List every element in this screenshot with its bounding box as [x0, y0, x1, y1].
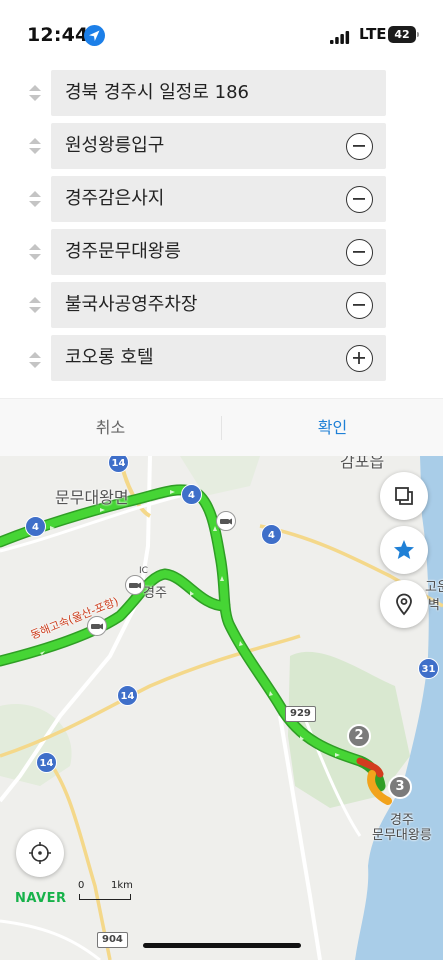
- drag-handle-icon[interactable]: [28, 296, 42, 314]
- remove-waypoint-button[interactable]: [346, 186, 373, 213]
- drag-handle-icon[interactable]: [28, 84, 42, 102]
- drag-handle-icon[interactable]: [28, 351, 42, 369]
- road-number: 929: [285, 706, 316, 722]
- cctv-icon: [87, 616, 107, 640]
- waypoint-row: 경주감은사지: [0, 176, 443, 222]
- road-shield: 14: [36, 752, 57, 773]
- waypoint-label: 원성왕릉입구: [65, 135, 165, 156]
- current-location-button[interactable]: [16, 829, 64, 877]
- road-shield: 4: [181, 484, 202, 505]
- battery-icon: 42: [388, 26, 419, 43]
- map-label: 벽: [428, 598, 440, 613]
- remove-waypoint-button[interactable]: [346, 239, 373, 266]
- scale-distance: 1km: [111, 880, 133, 891]
- map-label: 고운: [425, 580, 443, 595]
- signal-icon: [330, 29, 350, 48]
- map-label: 경주: [143, 586, 167, 601]
- drag-handle-icon[interactable]: [28, 137, 42, 155]
- layers-button[interactable]: [380, 472, 428, 520]
- waypoint-label: 경북 경주시 일정로 186: [65, 82, 250, 103]
- favorites-button[interactable]: [380, 526, 428, 574]
- status-bar: 12:44 LTE 42: [0, 0, 443, 64]
- road-shield: 4: [261, 524, 282, 545]
- scale-zero: 0: [78, 880, 85, 891]
- waypoint-label: 불국사공영주차장: [65, 294, 198, 315]
- map-label: 문무대왕면: [55, 488, 129, 507]
- drag-handle-icon[interactable]: [28, 190, 42, 208]
- confirm-button[interactable]: 확인: [222, 399, 443, 457]
- waypoint-field[interactable]: 코오롱 호텔: [51, 335, 386, 381]
- add-waypoint-button[interactable]: [346, 345, 373, 372]
- waypoint-label: 코오롱 호텔: [65, 347, 154, 368]
- home-indicator[interactable]: [143, 943, 301, 948]
- map-label: 감포읍: [340, 456, 385, 471]
- road-shield: 31: [418, 658, 439, 679]
- cctv-icon: [216, 511, 236, 535]
- scale-bar: 0 1km: [76, 880, 134, 902]
- waypoint-row: 원성왕릉입구: [0, 123, 443, 169]
- waypoint-label: 경주감은사지: [65, 188, 165, 209]
- cctv-icon: [125, 575, 145, 599]
- road-shield: 4: [25, 516, 46, 537]
- naver-logo: NAVER: [15, 891, 67, 906]
- cancel-button[interactable]: 취소: [0, 399, 221, 457]
- network-type: LTE: [359, 25, 387, 43]
- place-marker-button[interactable]: [380, 580, 428, 628]
- waypoint-label: 경주문무대왕릉: [65, 241, 181, 262]
- drag-handle-icon[interactable]: [28, 243, 42, 261]
- remove-waypoint-button[interactable]: [346, 292, 373, 319]
- waypoint-row-destination: 코오롱 호텔: [0, 335, 443, 381]
- status-time: 12:44: [27, 24, 89, 46]
- map-view[interactable]: 문무대왕면 감포읍 IC 경주 동해고속(울산-포항) 경주 문무대왕릉 고운 …: [0, 456, 443, 960]
- waypoint-field[interactable]: 원성왕릉입구: [51, 123, 386, 169]
- waypoint-field[interactable]: 불국사공영주차장: [51, 282, 386, 328]
- route-editor: 경북 경주시 일정로 186 원성왕릉입구 경주감은사지 경주문무대왕릉 불국사…: [0, 64, 443, 394]
- waypoint-row-start: 경북 경주시 일정로 186: [0, 70, 443, 116]
- action-bar: 취소 확인: [0, 398, 443, 456]
- road-number: 904: [97, 932, 128, 948]
- waypoint-row: 경주문무대왕릉: [0, 229, 443, 275]
- waypoint-row: 불국사공영주차장: [0, 282, 443, 328]
- waypoint-field[interactable]: 경북 경주시 일정로 186: [51, 70, 386, 116]
- location-arrow-icon: [84, 25, 105, 46]
- waypoint-field[interactable]: 경주문무대왕릉: [51, 229, 386, 275]
- map-label: 문무대왕릉: [372, 828, 432, 843]
- waypoint-marker-2[interactable]: 2: [347, 724, 371, 748]
- road-shield: 14: [117, 685, 138, 706]
- remove-waypoint-button[interactable]: [346, 133, 373, 160]
- waypoint-marker-3[interactable]: 3: [388, 775, 412, 799]
- battery-level: 42: [394, 28, 410, 41]
- waypoint-field[interactable]: 경주감은사지: [51, 176, 386, 222]
